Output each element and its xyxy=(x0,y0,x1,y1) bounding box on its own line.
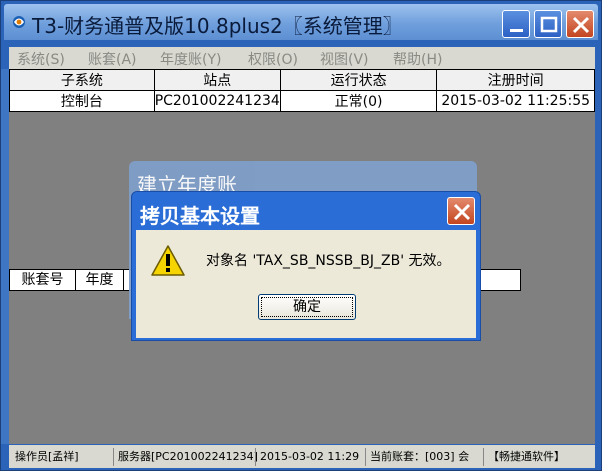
status-date: 2015-03-02 11:29 xyxy=(255,448,359,466)
menu-system[interactable]: 系统(S) xyxy=(17,49,65,69)
close-button[interactable] xyxy=(566,10,594,38)
minimize-icon xyxy=(510,29,523,32)
dialog-body: 对象名 'TAX_SB_NSSB_BJ_ZB' 无效。 确定 xyxy=(136,230,476,338)
menu-view[interactable]: 视图(V) xyxy=(320,49,369,69)
maximize-icon xyxy=(540,16,558,33)
menu-account-set[interactable]: 账套(A) xyxy=(88,49,137,69)
cell-time: 2015-03-02 11:25:55 xyxy=(436,90,595,112)
close-icon xyxy=(453,203,471,221)
status-brand: 【畅捷通软件】 xyxy=(483,448,565,466)
table-row[interactable]: 控制台 PC201002241234 正常(0) 2015-03-02 11:2… xyxy=(9,90,595,112)
ok-button-label: 确定 xyxy=(261,297,353,317)
maximize-button[interactable] xyxy=(534,10,562,38)
copy-settings-dialog: 拷贝基本设置 对象名 'TAX_SB_NSSB_BJ_ZB' 无效。 确定 xyxy=(131,191,481,341)
status-server: 服务器[PC201002241234] xyxy=(113,448,258,466)
title-bar[interactable]: T3-财务通普及版10.8plus2〖系统管理〗 xyxy=(4,4,598,40)
cell-status: 正常(0) xyxy=(279,90,438,112)
menu-bar: 系统(S) 账套(A) 年度账(Y) 权限(O) 视图(V) 帮助(H) xyxy=(9,47,595,69)
menu-permission[interactable]: 权限(O) xyxy=(248,49,298,69)
main-window: T3-财务通普及版10.8plus2〖系统管理〗 系统(S) 账套(A) 年度账… xyxy=(0,0,602,471)
subsystem-table: 子系统 站点 运行状态 注册时间 控制台 PC201002241234 正常(0… xyxy=(9,69,595,112)
left-frame-edge xyxy=(1,69,9,444)
col-account-no[interactable]: 账套号 xyxy=(10,270,76,290)
minimize-button[interactable] xyxy=(502,10,530,38)
header-subsystem[interactable]: 子系统 xyxy=(9,69,155,91)
error-message: 对象名 'TAX_SB_NSSB_BJ_ZB' 无效。 xyxy=(206,253,451,269)
cell-subsystem: 控制台 xyxy=(9,90,155,112)
status-account: 当前账套：[003] 会 xyxy=(365,448,469,466)
menu-annual-account[interactable]: 年度账(Y) xyxy=(160,49,221,69)
status-operator: 操作员[孟祥] xyxy=(15,450,79,463)
menu-help[interactable]: 帮助(H) xyxy=(393,49,442,69)
dialog-close-button[interactable] xyxy=(447,197,475,225)
header-run-status[interactable]: 运行状态 xyxy=(279,69,438,91)
app-logo-icon xyxy=(13,16,25,28)
ok-button[interactable]: 确定 xyxy=(258,294,356,320)
window-title: T3-财务通普及版10.8plus2〖系统管理〗 xyxy=(32,14,403,38)
header-register-time[interactable]: 注册时间 xyxy=(436,69,595,91)
header-station[interactable]: 站点 xyxy=(153,69,281,91)
col-year[interactable]: 年度 xyxy=(76,270,124,290)
status-bar: 操作员[孟祥] 服务器[PC201002241234] 2015-03-02 1… xyxy=(9,445,595,468)
close-icon xyxy=(572,16,590,34)
dialog-title: 拷贝基本设置 xyxy=(140,204,260,228)
warning-icon xyxy=(151,245,185,276)
cell-station: PC201002241234 xyxy=(153,90,281,112)
